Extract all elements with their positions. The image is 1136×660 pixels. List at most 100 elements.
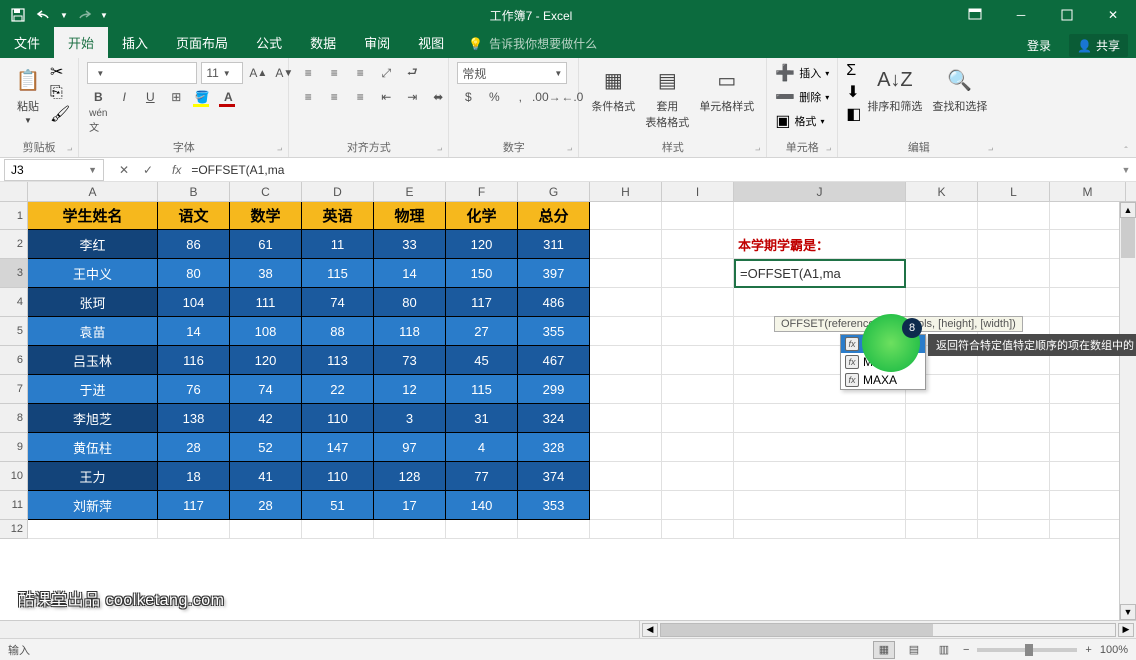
column-header-L[interactable]: L xyxy=(978,182,1050,201)
conditional-format-button[interactable]: ▦条件格式 xyxy=(587,62,639,116)
table-header[interactable]: 数学 xyxy=(230,202,302,230)
scroll-right-icon[interactable]: ▶ xyxy=(1118,623,1134,637)
increase-indent-icon[interactable]: ⇥ xyxy=(401,87,423,107)
formula-bar-expand-icon[interactable]: ▼ xyxy=(1116,165,1136,175)
cell[interactable] xyxy=(590,346,662,375)
cell[interactable] xyxy=(302,520,374,539)
tell-me[interactable]: 💡告诉我你想要做什么 xyxy=(458,29,607,58)
increase-decimal-icon[interactable]: .00→ xyxy=(535,87,557,107)
cell[interactable] xyxy=(1050,433,1126,462)
table-header[interactable]: 语文 xyxy=(158,202,230,230)
cell[interactable] xyxy=(1050,375,1126,404)
share-button[interactable]: 👤共享 xyxy=(1069,34,1128,57)
ribbon-options-icon[interactable] xyxy=(952,0,998,30)
score-cell[interactable]: 108 xyxy=(230,317,302,346)
collapse-ribbon-icon[interactable]: ˆ xyxy=(1116,58,1136,157)
cell[interactable] xyxy=(590,462,662,491)
row-header[interactable]: 9 xyxy=(0,433,28,462)
row-header[interactable]: 2 xyxy=(0,230,28,259)
score-cell[interactable]: 328 xyxy=(518,433,590,462)
sign-in-button[interactable]: 登录 xyxy=(1019,33,1059,58)
score-cell[interactable]: 80 xyxy=(158,259,230,288)
delete-cells-button[interactable]: ➖删除▾ xyxy=(775,86,829,108)
cell[interactable] xyxy=(978,230,1050,259)
cell[interactable] xyxy=(906,259,978,288)
decrease-indent-icon[interactable]: ⇤ xyxy=(375,87,397,107)
close-button[interactable]: ✕ xyxy=(1090,0,1136,30)
score-cell[interactable]: 28 xyxy=(230,491,302,520)
row-header[interactable]: 1 xyxy=(0,202,28,230)
score-cell[interactable]: 14 xyxy=(158,317,230,346)
score-cell[interactable]: 11 xyxy=(302,230,374,259)
tab-home[interactable]: 开始 xyxy=(54,27,108,58)
tab-view[interactable]: 视图 xyxy=(404,27,458,58)
table-header[interactable]: 英语 xyxy=(302,202,374,230)
cell[interactable] xyxy=(978,259,1050,288)
scroll-thumb[interactable] xyxy=(1121,218,1135,258)
row-header[interactable]: 10 xyxy=(0,462,28,491)
font-size-combo[interactable]: 11▼ xyxy=(201,62,243,84)
score-cell[interactable]: 17 xyxy=(374,491,446,520)
tab-layout[interactable]: 页面布局 xyxy=(162,27,242,58)
cell[interactable] xyxy=(978,433,1050,462)
score-cell[interactable]: 115 xyxy=(446,375,518,404)
cut-icon[interactable]: ✂ xyxy=(50,62,70,82)
number-format-combo[interactable]: 常规▼ xyxy=(457,62,567,84)
phonetic-icon[interactable]: wén文 xyxy=(87,111,109,131)
cell[interactable] xyxy=(590,404,662,433)
cell[interactable] xyxy=(906,520,978,539)
tab-data[interactable]: 数据 xyxy=(296,27,350,58)
score-cell[interactable]: 77 xyxy=(446,462,518,491)
border-icon[interactable]: ⊞ xyxy=(165,87,187,107)
underline-button[interactable]: U xyxy=(139,87,161,107)
table-header[interactable]: 学生姓名 xyxy=(28,202,158,230)
clear-icon[interactable]: ◧ xyxy=(846,104,861,124)
cell[interactable] xyxy=(662,346,734,375)
student-name[interactable]: 李红 xyxy=(28,230,158,259)
score-cell[interactable]: 97 xyxy=(374,433,446,462)
cell[interactable] xyxy=(590,202,662,230)
table-header[interactable]: 物理 xyxy=(374,202,446,230)
row-header[interactable]: 3 xyxy=(0,259,28,288)
scroll-left-icon[interactable]: ◀ xyxy=(642,623,658,637)
score-cell[interactable]: 150 xyxy=(446,259,518,288)
select-all-corner[interactable] xyxy=(0,182,28,201)
cell-styles-button[interactable]: ▭单元格样式 xyxy=(695,62,758,116)
cell[interactable] xyxy=(590,317,662,346)
score-cell[interactable]: 45 xyxy=(446,346,518,375)
align-middle-icon[interactable]: ≡ xyxy=(323,63,345,83)
column-header-D[interactable]: D xyxy=(302,182,374,201)
score-cell[interactable]: 31 xyxy=(446,404,518,433)
cell[interactable] xyxy=(590,259,662,288)
undo-icon[interactable] xyxy=(32,3,56,27)
cell[interactable] xyxy=(590,230,662,259)
align-top-icon[interactable]: ≡ xyxy=(297,63,319,83)
qat-customize-icon[interactable]: ▼ xyxy=(98,3,110,27)
active-cell-editing[interactable]: =OFFSET(A1,ma xyxy=(734,259,906,288)
score-cell[interactable]: 324 xyxy=(518,404,590,433)
cell[interactable] xyxy=(906,230,978,259)
format-painter-icon[interactable]: 🖌 xyxy=(50,104,70,124)
score-cell[interactable]: 4 xyxy=(446,433,518,462)
sort-filter-button[interactable]: A↓Z排序和筛选 xyxy=(863,62,926,116)
horizontal-scrollbar[interactable]: ◀ ▶ xyxy=(640,621,1136,638)
align-center-icon[interactable]: ≡ xyxy=(323,87,345,107)
cell[interactable] xyxy=(662,375,734,404)
score-cell[interactable]: 117 xyxy=(158,491,230,520)
insert-cells-button[interactable]: ➕插入▾ xyxy=(775,62,829,84)
cell[interactable] xyxy=(734,491,906,520)
cell[interactable] xyxy=(978,520,1050,539)
score-cell[interactable]: 76 xyxy=(158,375,230,404)
normal-view-icon[interactable]: ▦ xyxy=(873,641,895,659)
cell[interactable] xyxy=(662,202,734,230)
cell[interactable] xyxy=(1050,520,1126,539)
score-cell[interactable]: 120 xyxy=(230,346,302,375)
cell[interactable] xyxy=(662,462,734,491)
score-cell[interactable]: 117 xyxy=(446,288,518,317)
column-header-K[interactable]: K xyxy=(906,182,978,201)
row-header[interactable]: 5 xyxy=(0,317,28,346)
cell[interactable] xyxy=(662,433,734,462)
cell[interactable] xyxy=(978,375,1050,404)
column-header-B[interactable]: B xyxy=(158,182,230,201)
vertical-scrollbar[interactable]: ▲ ▼ xyxy=(1119,202,1136,620)
